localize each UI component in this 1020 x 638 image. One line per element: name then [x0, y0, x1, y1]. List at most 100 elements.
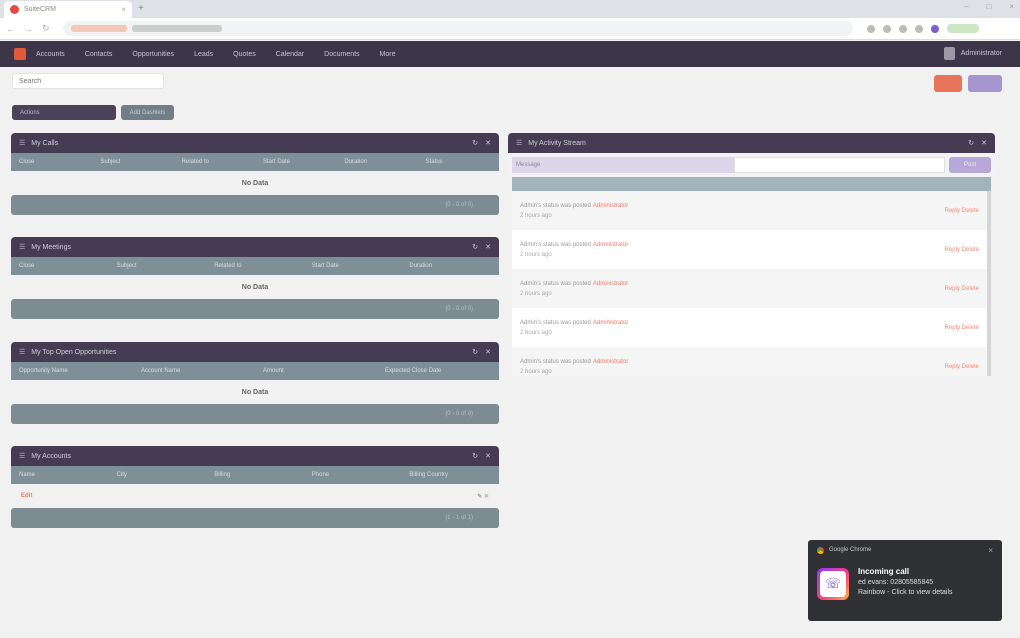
- extension-icon[interactable]: [882, 24, 891, 33]
- column-header[interactable]: Opportunity Name: [11, 368, 133, 374]
- profile-icon[interactable]: [930, 24, 939, 33]
- security-indicator[interactable]: [70, 25, 127, 32]
- row-action-icons[interactable]: ✎ ✕: [477, 493, 489, 500]
- column-header[interactable]: Phone: [304, 472, 402, 478]
- activity-text: Admin's status was posted Administrator: [520, 280, 629, 287]
- extension-icon[interactable]: [914, 24, 923, 33]
- avatar: [943, 47, 955, 60]
- refresh-icon[interactable]: ↻: [472, 348, 478, 356]
- back-icon[interactable]: ←: [6, 24, 15, 34]
- column-header[interactable]: Billing Country: [401, 472, 499, 478]
- close-icon[interactable]: ✕: [485, 139, 491, 147]
- activity-user-link[interactable]: Administrator: [593, 359, 628, 365]
- update-button[interactable]: [946, 24, 979, 33]
- extensions: [866, 24, 979, 33]
- activity-actions[interactable]: Reply Delete: [945, 364, 979, 370]
- extension-icon[interactable]: [866, 24, 875, 33]
- column-header[interactable]: Close: [11, 159, 92, 165]
- column-header[interactable]: Subject: [109, 263, 207, 269]
- drag-handle-icon[interactable]: ☰: [19, 139, 25, 147]
- column-header[interactable]: Related to: [174, 159, 255, 165]
- nav-item-contacts[interactable]: Contacts: [85, 51, 113, 58]
- nav-item-opportunities[interactable]: Opportunities: [132, 51, 174, 58]
- browser-tab[interactable]: SuiteCRM ×: [4, 1, 132, 18]
- activity-user-link[interactable]: Administrator: [593, 281, 628, 287]
- user-menu[interactable]: Administrator: [943, 47, 1002, 60]
- notification-close-icon[interactable]: ×: [988, 546, 993, 555]
- close-icon[interactable]: ✕: [485, 243, 491, 251]
- maximize-icon[interactable]: □: [986, 2, 991, 11]
- activity-actions[interactable]: Reply Delete: [945, 208, 979, 214]
- close-icon[interactable]: ✕: [981, 139, 987, 147]
- post-button[interactable]: Post: [949, 157, 991, 173]
- new-tab-icon[interactable]: +: [138, 3, 144, 14]
- close-icon[interactable]: ✕: [485, 452, 491, 460]
- add-dashlets-button[interactable]: Add Dashlets: [121, 105, 174, 120]
- drag-handle-icon[interactable]: ☰: [19, 348, 25, 356]
- minimize-icon[interactable]: –: [964, 2, 968, 11]
- row-link[interactable]: Edit: [21, 493, 32, 499]
- column-header[interactable]: Related to: [206, 263, 304, 269]
- omnibox[interactable]: [62, 21, 853, 36]
- window-close-icon[interactable]: ×: [1009, 2, 1014, 11]
- refresh-icon[interactable]: ↻: [472, 452, 478, 460]
- column-header[interactable]: Close: [11, 263, 109, 269]
- forward-icon[interactable]: →: [24, 24, 33, 34]
- column-header[interactable]: Start Date: [304, 263, 402, 269]
- nav-item-quotes[interactable]: Quotes: [233, 51, 256, 58]
- reload-icon[interactable]: ↻: [42, 23, 50, 34]
- activity-list[interactable]: Admin's status was posted Administrator 2…: [512, 191, 991, 376]
- column-headers: Opportunity Name Account Name Amount Exp…: [11, 362, 499, 380]
- nav-item-accounts[interactable]: Accounts: [36, 51, 65, 58]
- activity-actions[interactable]: Reply Delete: [945, 325, 979, 331]
- column-header[interactable]: Account Name: [133, 368, 255, 374]
- incoming-call-notification[interactable]: Google Chrome × ☏ Incoming call ed evans…: [808, 540, 1002, 621]
- nav-item-more[interactable]: More: [380, 51, 396, 58]
- drag-handle-icon[interactable]: ☰: [19, 452, 25, 460]
- column-header[interactable]: Subject: [92, 159, 173, 165]
- actions-button[interactable]: Actions: [12, 105, 116, 120]
- nav-item-leads[interactable]: Leads: [194, 51, 213, 58]
- activity-actions[interactable]: Reply Delete: [945, 286, 979, 292]
- dashlet-title: My Top Open Opportunities: [31, 348, 117, 356]
- activity-user-link[interactable]: Administrator: [593, 203, 628, 209]
- post-label: Message: [512, 157, 734, 173]
- column-header[interactable]: Name: [11, 472, 109, 478]
- drag-handle-icon[interactable]: ☰: [19, 243, 25, 251]
- list-item: Admin's status was posted Administrator 2…: [512, 308, 987, 347]
- dashlet-controls: ↻ ✕: [472, 139, 491, 147]
- activity-time: 2 hours ago: [520, 329, 552, 336]
- column-header[interactable]: City: [109, 472, 207, 478]
- column-headers: Close Subject Related to Start Date Dura…: [11, 153, 499, 171]
- column-header[interactable]: Expected Close Date: [377, 368, 499, 374]
- quick-create-button[interactable]: [934, 75, 962, 92]
- user-actions-button[interactable]: [968, 75, 1002, 92]
- app-logo-icon[interactable]: [14, 48, 26, 60]
- chrome-icon: [817, 546, 824, 554]
- post-input[interactable]: [733, 157, 946, 173]
- drag-handle-icon[interactable]: ☰: [516, 139, 522, 147]
- nav-item-calendar[interactable]: Calendar: [276, 51, 304, 58]
- activity-user-link[interactable]: Administrator: [593, 320, 628, 326]
- close-icon[interactable]: ✕: [485, 348, 491, 356]
- activity-actions[interactable]: Reply Delete: [945, 247, 979, 253]
- refresh-icon[interactable]: ↻: [472, 139, 478, 147]
- refresh-icon[interactable]: ↻: [968, 139, 974, 147]
- address-bar-row: ← → ↻: [0, 18, 1020, 40]
- app-navbar: Accounts Contacts Opportunities Leads Qu…: [0, 41, 1020, 67]
- tab-close-icon[interactable]: ×: [121, 5, 126, 14]
- search-input[interactable]: [12, 73, 164, 89]
- column-header[interactable]: Duration: [336, 159, 417, 165]
- column-header[interactable]: Start Date: [255, 159, 336, 165]
- column-header[interactable]: Billing: [206, 472, 304, 478]
- column-header[interactable]: Duration: [401, 263, 499, 269]
- refresh-icon[interactable]: ↻: [472, 243, 478, 251]
- column-header[interactable]: Status: [418, 159, 499, 165]
- nav-item-documents[interactable]: Documents: [324, 51, 359, 58]
- extension-icon[interactable]: [898, 24, 907, 33]
- dashlet-title: My Calls: [31, 139, 59, 147]
- dashlet-header: ☰ My Activity Stream ↻ ✕: [508, 133, 995, 153]
- column-header[interactable]: Amount: [255, 368, 377, 374]
- notification-header: Google Chrome ×: [808, 540, 1002, 560]
- activity-user-link[interactable]: Administrator: [593, 242, 628, 248]
